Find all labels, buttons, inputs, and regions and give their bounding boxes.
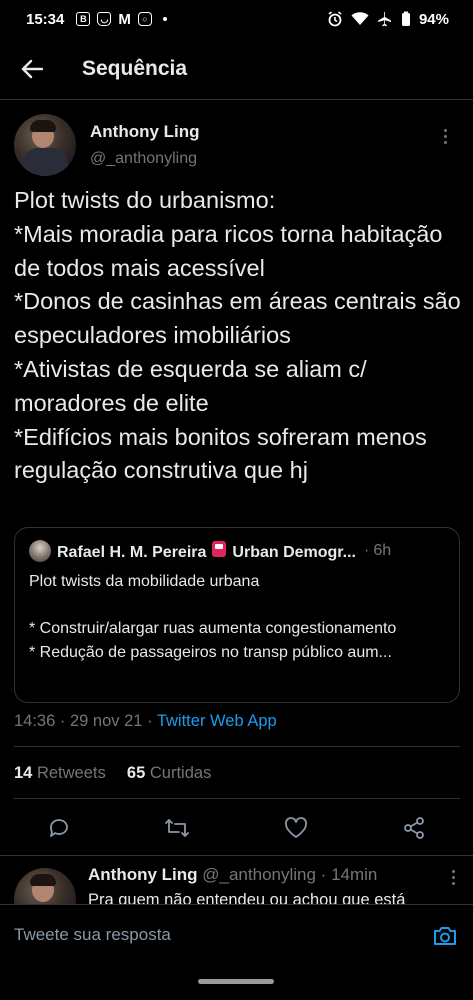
tweet-stats: 14 Retweets 65 Curtidas	[14, 764, 211, 783]
quoted-time: 6h	[373, 542, 392, 559]
quoted-text: Plot twists da mobilidade urbana * Const…	[29, 573, 397, 637]
wifi-icon	[351, 12, 369, 25]
reply-time: 14min	[331, 865, 378, 884]
b-icon: B	[76, 12, 91, 26]
retweet-icon	[165, 819, 189, 837]
reply-author-handle: @_anthonyling	[202, 865, 316, 884]
header: Sequência	[0, 38, 473, 100]
status-time: 15:34	[26, 10, 65, 28]
divider	[14, 746, 460, 747]
reply-text: Pra quem não entendeu ou achou que está	[88, 891, 406, 904]
quoted-tweet[interactable]: Rafael H. M. Pereira Urban Demogr... · 6h…	[14, 527, 460, 703]
reply-composer	[0, 904, 473, 966]
battery-icon	[401, 11, 410, 26]
quoted-author-name: Rafael H. M. Pereira Urban Demogr...	[57, 540, 356, 562]
like-button[interactable]	[282, 814, 310, 842]
tweet-text: Plot twists do urbanismo: *Mais moradia …	[14, 187, 461, 484]
airplane-icon	[378, 11, 391, 27]
bag-icon: ◡	[97, 12, 112, 26]
avatar[interactable]	[14, 114, 76, 176]
status-bar: 15:34 B ◡ M ○ 94%	[0, 0, 473, 38]
tweet-time: 14:36	[14, 712, 56, 730]
author-name[interactable]: Anthony Ling	[90, 122, 200, 142]
battery-level: 94%	[418, 10, 449, 28]
avatar[interactable]	[14, 868, 76, 904]
more-options-button[interactable]	[435, 126, 455, 146]
heart-icon	[285, 817, 307, 838]
instagram-icon: ○	[137, 12, 152, 26]
back-button[interactable]	[14, 51, 50, 87]
share-button[interactable]	[400, 814, 428, 842]
tweet-actions	[0, 808, 473, 848]
retweet-button[interactable]	[163, 814, 191, 842]
more-notifications-icon	[162, 17, 167, 21]
reply-more-options-button[interactable]	[452, 870, 455, 885]
share-icon	[404, 817, 424, 839]
reply-tweet[interactable]: Anthony Ling @_anthonyling · 14min Pra q…	[0, 856, 473, 904]
home-indicator[interactable]	[198, 979, 274, 984]
gmail-icon: M	[118, 10, 131, 28]
likes-stat[interactable]: 65 Curtidas	[127, 764, 211, 782]
system-status: 94%	[327, 11, 449, 28]
reply-button[interactable]	[45, 814, 73, 842]
arrow-left-icon	[21, 59, 43, 78]
reply-input[interactable]	[14, 917, 414, 953]
tram-icon	[212, 540, 227, 557]
quoted-tweet-header: Rafael H. M. Pereira Urban Demogr... · 6h	[29, 540, 445, 562]
author-row: Anthony Ling @_anthonyling	[0, 100, 473, 180]
reply-author-name: Anthony Ling	[88, 865, 198, 884]
more-vertical-icon	[452, 870, 455, 873]
divider	[14, 798, 460, 799]
camera-icon	[434, 927, 456, 945]
alarm-icon	[328, 11, 342, 27]
notification-icons: B ◡ M ○	[76, 11, 167, 28]
quoted-avatar	[29, 540, 51, 562]
retweets-stat[interactable]: 14 Retweets	[14, 764, 106, 782]
reply-icon	[50, 819, 68, 837]
main-tweet: Anthony Ling @_anthonyling Plot twists d…	[0, 100, 473, 483]
more-vertical-icon	[443, 128, 447, 132]
reply-header: Anthony Ling @_anthonyling · 14min	[88, 865, 378, 884]
author-handle[interactable]: @_anthonyling	[90, 150, 197, 168]
tweet-source-link[interactable]: Twitter Web App	[157, 712, 277, 730]
tweet-meta: 14:36 · 29 nov 21 · Twitter Web App	[14, 712, 277, 730]
tweet-date: 29 nov 21	[69, 712, 143, 730]
camera-button[interactable]	[431, 922, 459, 950]
page-title: Sequência	[82, 56, 188, 80]
quoted-text-truncated: * Redução de passageiros no transp públi…	[29, 643, 392, 661]
